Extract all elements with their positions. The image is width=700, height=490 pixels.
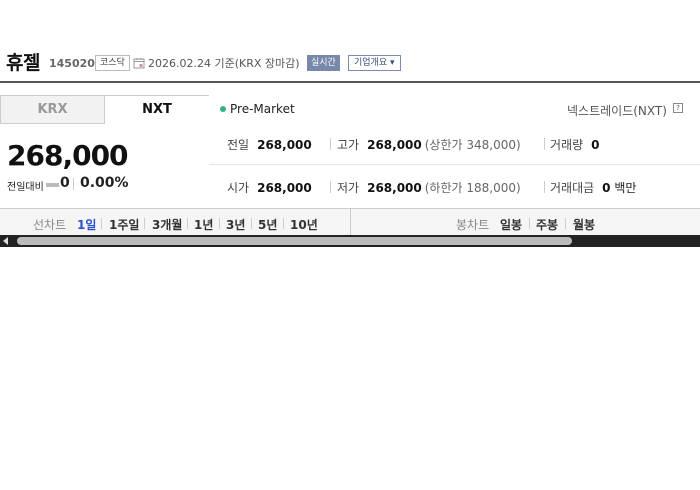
stat-low: 저가 268,000 (하한가 188,000) [337, 179, 521, 196]
help-icon[interactable]: ? [673, 103, 683, 113]
base-date: 2026.02.24 기준(KRX 장마감) [148, 57, 300, 70]
period-divider [219, 218, 220, 229]
stat-divider [330, 181, 331, 193]
period-10y[interactable]: 10년 [290, 216, 318, 233]
stats-divider [209, 164, 700, 165]
stat-upper-limit: (상한가 348,000) [424, 138, 521, 152]
stat-low-label: 저가 [337, 181, 360, 195]
stat-open: 시가 268,000 [227, 179, 312, 196]
candle-daily[interactable]: 일봉 [500, 216, 522, 233]
stat-low-value: 268,000 [367, 181, 422, 195]
change-rate: 0.00% [80, 175, 129, 191]
stat-high: 고가 268,000 (상한가 348,000) [337, 136, 521, 153]
session-status-icon [220, 106, 226, 112]
unchanged-icon [46, 183, 59, 187]
period-divider [187, 218, 188, 229]
exchange-tabs: KRX NXT [0, 95, 209, 124]
stat-volume: 거래량 0 [550, 136, 599, 153]
change-value: 0 [60, 175, 70, 191]
chart-period-bar: 선차트 1일 1주일 3개월 1년 3년 5년 10년 봉차트 일봉 주봉 월봉 [0, 208, 700, 236]
stat-open-value: 268,000 [257, 181, 312, 195]
period-1d[interactable]: 1일 [77, 216, 96, 233]
exchange-name: 넥스트레이드(NXT) [567, 104, 667, 118]
quote-panel: KRX NXT 268,000 전일대비 0 0.00% Pre-Market … [0, 81, 700, 249]
candle-weekly[interactable]: 주봉 [536, 216, 558, 233]
stat-trade-value-value: 0 [602, 181, 611, 195]
stat-divider [330, 138, 331, 150]
period-divider [144, 218, 145, 229]
period-3m[interactable]: 3개월 [152, 216, 182, 233]
company-overview-button[interactable]: 기업개요 ▾ [348, 55, 401, 71]
stat-divider [544, 138, 545, 150]
stat-prev-close: 전일 268,000 [227, 136, 312, 153]
stat-high-value: 268,000 [367, 138, 422, 152]
market-badge: 코스닥 [95, 55, 130, 71]
stat-trade-value: 거래대금 0 백만 [550, 179, 636, 196]
current-price: 268,000 [7, 139, 129, 172]
stat-high-label: 고가 [337, 138, 360, 152]
period-divider [565, 218, 566, 229]
horizontal-scrollbar[interactable] [0, 235, 700, 247]
stat-trade-value-unit: 백만 [614, 181, 637, 195]
stat-open-label: 시가 [227, 181, 250, 195]
chart-type-divider [350, 209, 351, 236]
stat-prev-close-label: 전일 [227, 138, 250, 152]
chevron-down-icon: ▾ [390, 58, 395, 68]
company-name: 휴젤 [6, 52, 40, 74]
period-divider [529, 218, 530, 229]
period-divider [101, 218, 102, 229]
candle-chart-title: 봉차트 [456, 218, 490, 232]
period-1w[interactable]: 1주일 [109, 216, 139, 233]
period-divider [251, 218, 252, 229]
change-divider [73, 178, 74, 190]
realtime-badge: 실시간 [307, 55, 340, 71]
stat-volume-value: 0 [591, 138, 600, 152]
line-chart-title: 선차트 [33, 218, 67, 232]
period-5y[interactable]: 5년 [258, 216, 277, 233]
calendar-icon [133, 58, 145, 69]
stock-code: 145020 [49, 57, 95, 70]
change-label: 전일대비 [7, 182, 44, 193]
stat-volume-label: 거래량 [550, 138, 584, 152]
stat-divider [544, 181, 545, 193]
stat-trade-value-label: 거래대금 [550, 181, 595, 195]
stat-lower-limit: (하한가 188,000) [424, 181, 521, 195]
stat-prev-close-value: 268,000 [257, 138, 312, 152]
candle-monthly[interactable]: 월봉 [573, 216, 595, 233]
stock-header: 휴젤 145020 코스닥 2026.02.24 기준(KRX 장마감) 실시간… [0, 44, 700, 80]
tab-nxt[interactable]: NXT [105, 96, 209, 124]
scroll-left-icon[interactable] [3, 237, 8, 245]
company-overview-label: 기업개요 [354, 58, 388, 68]
period-1y[interactable]: 1년 [194, 216, 213, 233]
period-3y[interactable]: 3년 [226, 216, 245, 233]
period-divider [283, 218, 284, 229]
tab-krx[interactable]: KRX [0, 96, 105, 124]
session-status: Pre-Market [230, 102, 295, 116]
scroll-thumb[interactable] [17, 237, 572, 245]
